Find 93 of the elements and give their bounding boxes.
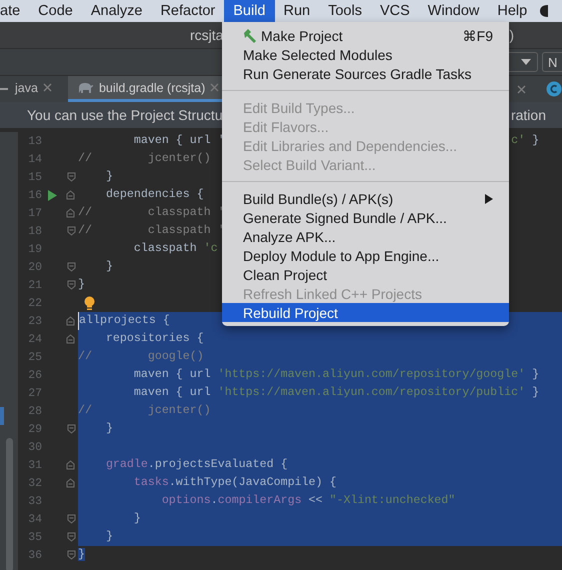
hammer-icon — [243, 28, 257, 42]
fold-icon[interactable] — [66, 334, 75, 344]
menu-item[interactable]: Clean Project — [222, 265, 509, 284]
fold-icon[interactable] — [67, 262, 76, 272]
line-number: 32 — [27, 476, 42, 490]
fold-icon[interactable] — [66, 460, 75, 470]
close-icon[interactable] — [517, 84, 526, 94]
menu-bar-item[interactable]: Run — [274, 0, 320, 22]
close-icon[interactable] — [210, 83, 220, 92]
line-number: 31 — [27, 458, 42, 472]
fold-icon[interactable] — [67, 514, 76, 524]
menu-bar-item[interactable]: Help — [488, 0, 536, 22]
code-line: // jcenter() — [78, 403, 211, 419]
line-number: 23 — [27, 314, 42, 328]
menu-bar-item[interactable]: VCS — [370, 0, 419, 22]
line-number: 21 — [27, 278, 42, 292]
code-line: } — [78, 277, 85, 293]
line-number: 22 — [27, 296, 42, 310]
menu-item[interactable]: Make Selected Modules — [222, 45, 509, 64]
fold-icon[interactable] — [67, 532, 76, 542]
menu-item[interactable]: Analyze APK... — [222, 227, 509, 246]
line-number: 15 — [27, 170, 42, 184]
code-line: maven { url ' — [132, 133, 225, 149]
line-number: 18 — [27, 224, 42, 238]
code-line: } — [132, 511, 141, 527]
run-icon[interactable] — [48, 190, 57, 200]
code-line: maven { url 'https://maven.aliyun.com/repository/google' } — [132, 367, 540, 383]
fold-icon[interactable] — [66, 316, 75, 326]
close-icon[interactable] — [42, 83, 52, 92]
line-number: 26 — [27, 368, 42, 382]
menu-bar-item[interactable]: ate — [0, 0, 30, 22]
code-line: } — [104, 169, 113, 185]
code-line: dependencies { — [104, 187, 204, 203]
line-number: 20 — [27, 260, 42, 274]
line-number: 30 — [27, 440, 42, 454]
line-number: 17 — [27, 206, 42, 220]
code-line: } — [104, 259, 113, 275]
code-line: repositories { — [104, 331, 204, 347]
code-line: maven { url 'https://maven.aliyun.com/repository/public' } — [132, 385, 540, 401]
code-line: options.compilerArgs << "-Xlint:unchecked" — [160, 493, 456, 509]
line-number: 33 — [27, 494, 42, 508]
active-marker — [0, 407, 4, 425]
line-number: 28 — [27, 404, 42, 418]
line-number: 16 — [27, 188, 42, 202]
line-number: 24 — [27, 332, 42, 346]
menu-bar-item[interactable]: Build — [224, 0, 274, 22]
menu-item[interactable]: Generate Signed Bundle / APK... — [222, 208, 509, 227]
fold-icon[interactable] — [67, 226, 76, 236]
window-title: ) — [509, 27, 514, 43]
fold-icon[interactable] — [67, 280, 76, 290]
scrollbar[interactable] — [6, 438, 13, 570]
toolbar-button[interactable]: N — [542, 52, 562, 72]
menu-bar-item[interactable]: Tools — [319, 0, 371, 22]
line-number: 29 — [27, 422, 42, 436]
code-line: // classpath ' — [78, 223, 225, 239]
line-number: 25 — [27, 350, 42, 364]
code-fragment: c' } — [511, 133, 540, 149]
line-number: 36 — [27, 548, 42, 562]
menu-bar-item[interactable]: Window — [418, 0, 488, 22]
line-number: 14 — [27, 152, 42, 166]
fold-icon[interactable] — [66, 190, 75, 200]
menu-item[interactable]: Make Project ⌘F9 — [222, 26, 509, 45]
code-line: // classpath ' — [78, 205, 225, 221]
code-line: classpath 'c — [132, 241, 218, 257]
fold-icon[interactable] — [67, 424, 76, 434]
code-line: } — [104, 421, 113, 437]
line-number: 34 — [27, 512, 42, 526]
code-line: // jcenter() — [78, 151, 211, 167]
line-number: 19 — [27, 242, 42, 256]
line-number: 13 — [27, 134, 42, 148]
code-line: gradle.projectsEvaluated { — [104, 457, 288, 473]
menu-bar-item[interactable]: Analyze — [82, 0, 152, 22]
line-number: 35 — [27, 530, 42, 544]
fold-icon[interactable] — [67, 550, 76, 560]
editor-tab[interactable]: java — [15, 76, 60, 102]
menu-item[interactable]: Build Bundle(s) / APK(s) — [222, 189, 509, 208]
fold-icon[interactable] — [67, 172, 76, 182]
menu-bar-item[interactable]: Code — [29, 0, 82, 22]
caret-icon — [521, 59, 531, 65]
fold-icon[interactable] — [66, 208, 75, 218]
code-line: // google() — [78, 349, 204, 365]
menu-item[interactable]: Rebuild Project — [222, 303, 509, 322]
window-title: rcsjta — [190, 27, 224, 43]
banner-text: You can use the Project Structu — [27, 107, 223, 123]
class-icon[interactable] — [546, 81, 562, 97]
fold-icon[interactable] — [66, 478, 75, 488]
line-number: 27 — [27, 386, 42, 400]
banner-text: ration — [510, 107, 546, 123]
menu-item[interactable]: Deploy Module to App Engine... — [222, 246, 509, 265]
menu-bar-item[interactable]: Refactor — [151, 0, 224, 22]
code-line: tasks.withType(JavaCompile) { — [132, 475, 336, 491]
code-line: } — [104, 529, 113, 545]
lightbulb-icon[interactable] — [84, 296, 95, 310]
